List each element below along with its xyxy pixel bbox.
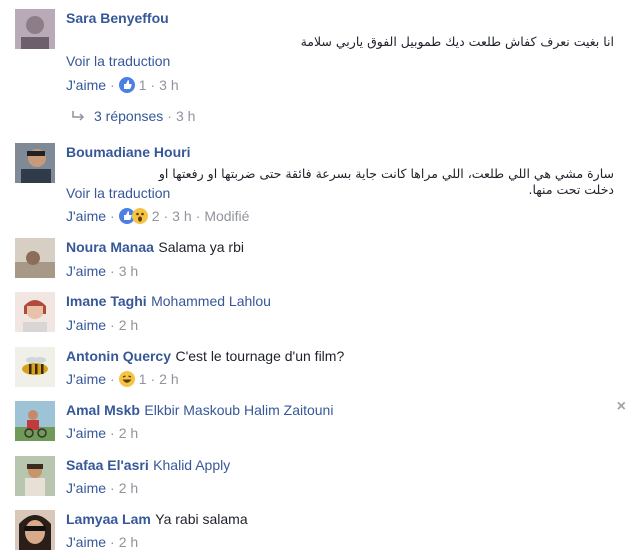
avatar[interactable]: [15, 238, 55, 278]
comment-time[interactable]: 2 h: [119, 317, 138, 333]
separator: ·: [110, 425, 115, 441]
wow-reaction-icon[interactable]: [131, 208, 148, 224]
avatar[interactable]: [15, 143, 55, 183]
reaction-count[interactable]: 1: [139, 371, 147, 387]
comment-text: انا بغيت نعرف كفاش طلعت ديك طموبيل الفوق…: [300, 34, 614, 49]
like-link[interactable]: J'aime: [66, 263, 106, 279]
comment-meta: J'aime · 2 h: [66, 480, 138, 496]
separator: ·: [110, 208, 115, 224]
comment-time[interactable]: 3 h: [119, 263, 138, 279]
like-link[interactable]: J'aime: [66, 77, 106, 93]
comment-meta: J'aime · 1 · 2 h: [66, 371, 179, 387]
avatar[interactable]: [15, 456, 55, 496]
comment-meta: J'aime · 3 h: [66, 263, 138, 279]
mentioned-user-link[interactable]: Mohammed Lahlou: [151, 293, 271, 309]
comment-time[interactable]: 3 h: [172, 208, 191, 224]
mentioned-users-link[interactable]: Elkbir Maskoub Halim Zaitouni: [144, 402, 333, 418]
comment-author[interactable]: Safaa El'asri: [66, 457, 149, 473]
avatar[interactable]: [15, 9, 55, 49]
comment-body: Amal Mskb Elkbir Maskoub Halim Zaitouni: [66, 402, 333, 420]
comment-text: سارة مشي هي اللي طلعت، اللي مراها كانت ج…: [158, 166, 614, 197]
comment-meta: J'aime · 2 h: [66, 425, 138, 441]
like-link[interactable]: J'aime: [66, 425, 106, 441]
comment-body: Lamyaa Lam Ya rabi salama: [66, 511, 248, 529]
separator: ·: [110, 263, 115, 279]
avatar[interactable]: [15, 347, 55, 387]
like-link[interactable]: J'aime: [66, 371, 106, 387]
comment-text: C'est le tournage d'un film?: [175, 348, 345, 364]
avatar[interactable]: [15, 401, 55, 441]
haha-reaction-icon[interactable]: [118, 371, 135, 387]
comment-time[interactable]: 3 h: [159, 77, 178, 93]
comment-body: Safaa El'asri Khalid Apply: [66, 457, 230, 475]
avatar[interactable]: [15, 510, 55, 550]
reaction-count[interactable]: 2: [152, 208, 160, 224]
comment-text: Salama ya rbi: [158, 239, 244, 255]
like-reaction-icon[interactable]: [118, 77, 135, 93]
separator: ·: [150, 371, 156, 387]
reaction-count[interactable]: 1: [139, 77, 147, 93]
mentioned-user-link[interactable]: Khalid Apply: [153, 457, 230, 473]
comment-text: Ya rabi salama: [155, 511, 248, 527]
replies-count[interactable]: 3 réponses: [94, 108, 163, 124]
comment-author[interactable]: Sara Benyeffou: [66, 10, 169, 26]
comment-time[interactable]: 2 h: [119, 480, 138, 496]
separator: ·: [150, 77, 156, 93]
avatar[interactable]: [15, 292, 55, 332]
like-link[interactable]: J'aime: [66, 534, 106, 550]
comment-meta: J'aime · 2 h: [66, 534, 138, 550]
comment-time[interactable]: 2 h: [119, 425, 138, 441]
reply-arrow-icon: [72, 111, 85, 121]
comment-time[interactable]: 2 h: [119, 534, 138, 550]
comment-time[interactable]: 2 h: [159, 371, 178, 387]
separator: ·: [110, 534, 115, 550]
comment-body: Antonin Quercy C'est le tournage d'un fi…: [66, 348, 344, 366]
like-link[interactable]: J'aime: [66, 317, 106, 333]
see-translation-link[interactable]: Voir la traduction: [66, 53, 170, 69]
comment-body: Noura Manaa Salama ya rbi: [66, 239, 244, 257]
comment-author[interactable]: Boumadiane Houri: [66, 144, 190, 160]
separator: ·: [110, 317, 115, 333]
view-replies-link[interactable]: 3 réponses · 3 h: [70, 108, 195, 124]
comment-meta: J'aime · 1 · 3 h: [66, 77, 179, 93]
edited-label[interactable]: Modifié: [204, 208, 249, 224]
comment-meta: J'aime · 2 · 3 h · Modifié: [66, 208, 249, 224]
see-translation-link[interactable]: Voir la traduction: [66, 185, 170, 201]
replies-time: 3 h: [175, 108, 196, 124]
comment-meta: J'aime · 2 h: [66, 317, 138, 333]
comment-author[interactable]: Amal Mskb: [66, 402, 140, 418]
separator: ·: [167, 108, 172, 124]
comment-body: Imane Taghi Mohammed Lahlou: [66, 293, 271, 311]
separator: ·: [195, 208, 201, 224]
separator: ·: [110, 371, 115, 387]
separator: ·: [110, 480, 115, 496]
like-link[interactable]: J'aime: [66, 480, 106, 496]
comment-author[interactable]: Antonin Quercy: [66, 348, 171, 364]
like-link[interactable]: J'aime: [66, 208, 106, 224]
separator: ·: [110, 77, 115, 93]
comment-author[interactable]: Noura Manaa: [66, 239, 154, 255]
separator: ·: [163, 208, 169, 224]
hide-comment-close-icon[interactable]: ×: [617, 398, 626, 416]
comment-author[interactable]: Lamyaa Lam: [66, 511, 151, 527]
comment-author[interactable]: Imane Taghi: [66, 293, 147, 309]
